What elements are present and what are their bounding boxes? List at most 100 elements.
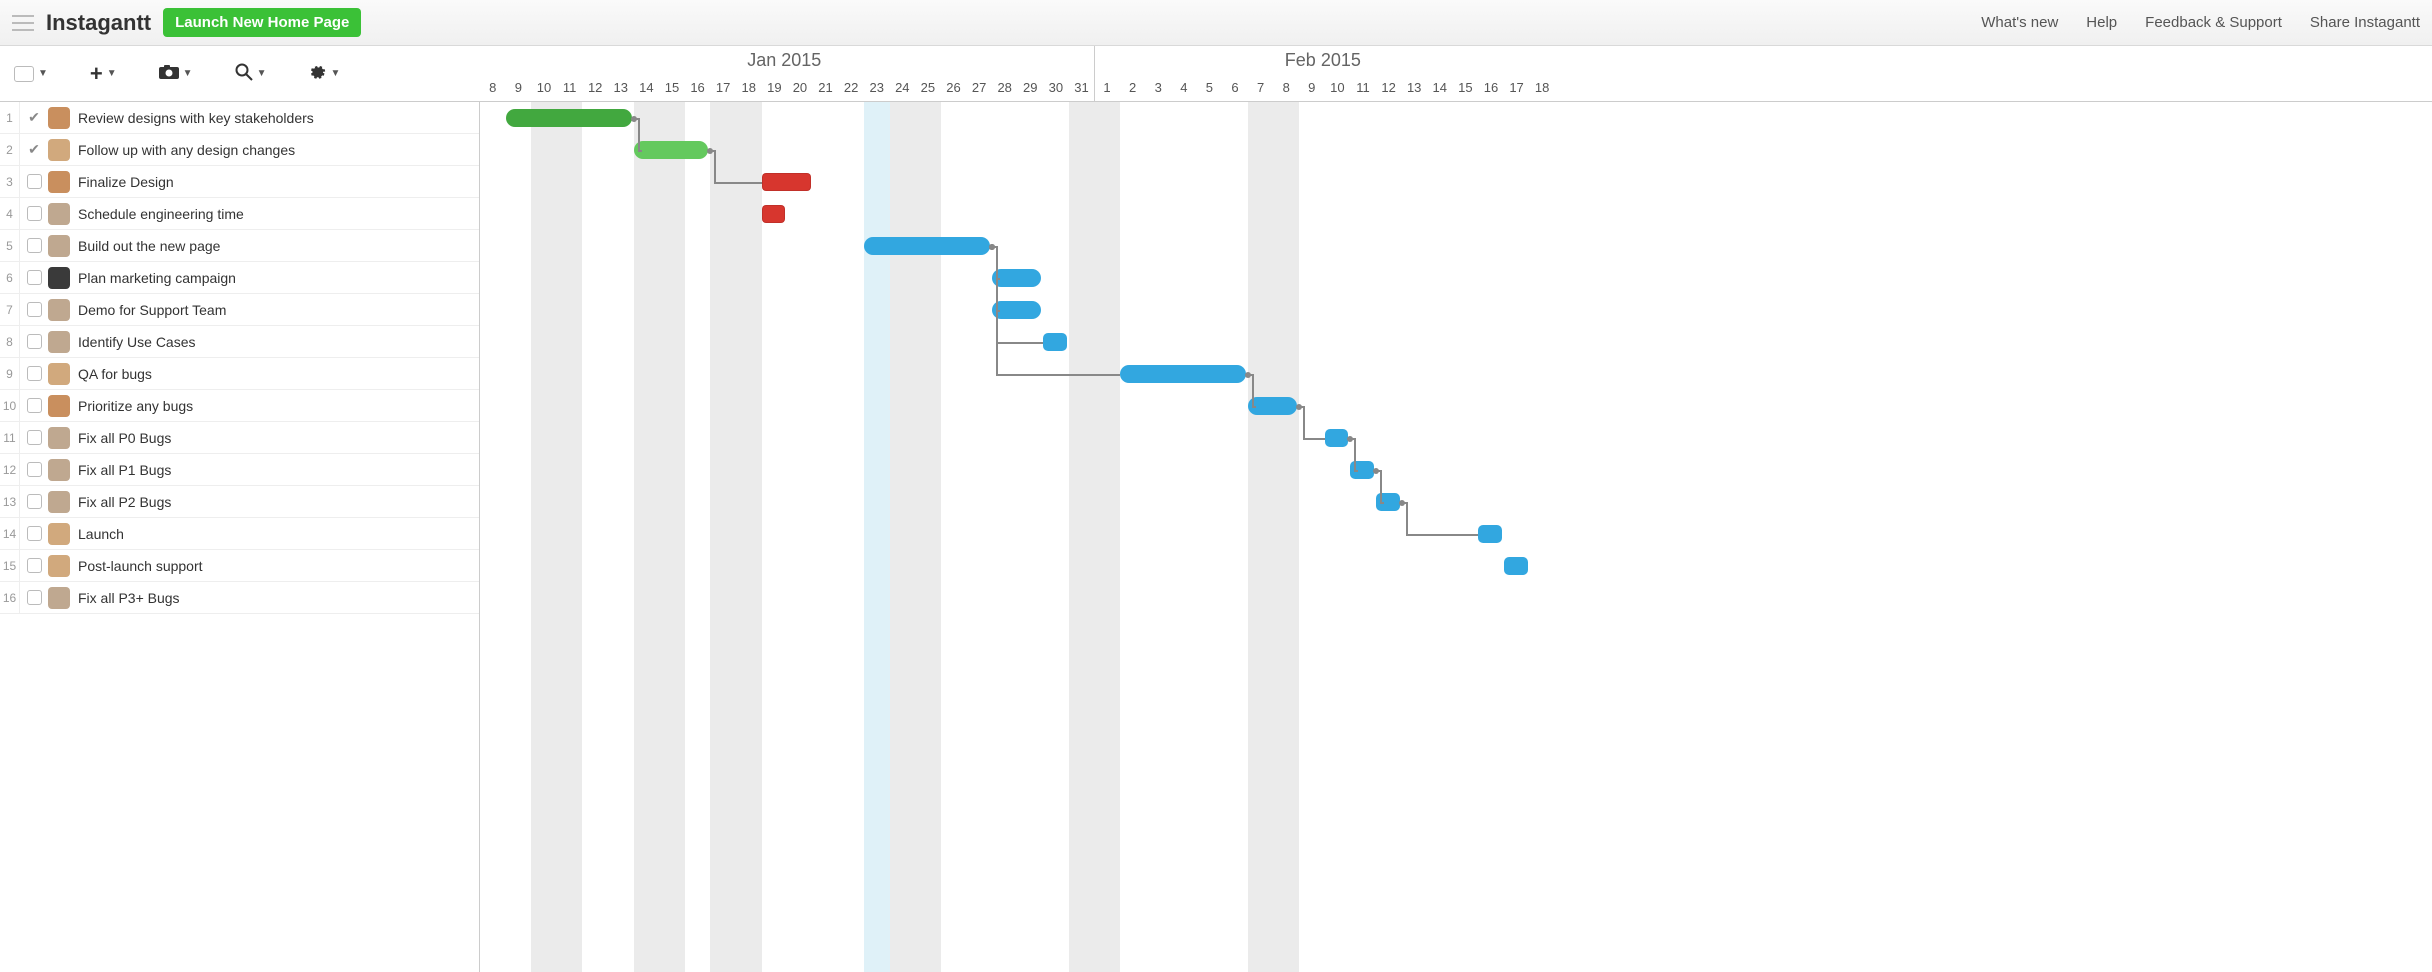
task-checkbox[interactable] [20,238,48,253]
row-number: 5 [0,230,20,261]
task-title: Follow up with any design changes [78,142,295,158]
day-cell: 6 [1222,74,1248,101]
plus-icon: + [90,61,103,87]
row-number: 7 [0,294,20,325]
avatar [48,107,70,129]
main: 1✔Review designs with key stakeholders2✔… [0,102,2432,972]
task-checkbox[interactable] [20,462,48,477]
menu-icon[interactable] [12,15,34,31]
task-title: Fix all P3+ Bugs [78,590,180,606]
task-checkbox[interactable]: ✔ [20,141,48,158]
launch-button[interactable]: Launch New Home Page [163,8,361,37]
task-checkbox[interactable] [20,526,48,541]
gantt-bar[interactable] [1120,365,1246,383]
task-title: Plan marketing campaign [78,270,236,286]
task-row[interactable]: 7Demo for Support Team [0,294,479,326]
task-row[interactable]: 8Identify Use Cases [0,326,479,358]
task-title: Fix all P0 Bugs [78,430,171,446]
task-checkbox[interactable] [20,174,48,189]
day-cell: 19 [762,74,788,101]
settings-dropdown[interactable]: ▼ [308,63,340,84]
task-row[interactable]: 3 Finalize Design [0,166,479,198]
row-number: 15 [0,550,20,581]
top-nav: What's new Help Feedback & Support Share… [1981,14,2420,31]
day-cell: 22 [838,74,864,101]
task-checkbox[interactable] [20,334,48,349]
day-cell: 13 [608,74,634,101]
day-cell: 21 [813,74,839,101]
task-row[interactable]: 15Post-launch support [0,550,479,582]
nav-help[interactable]: Help [2086,14,2117,31]
checkbox-icon [27,462,42,477]
gantt-chart[interactable] [480,102,2432,972]
row-number: 12 [0,454,20,485]
gear-icon [308,63,326,84]
day-cell: 25 [915,74,941,101]
task-row[interactable]: 4Schedule engineering time [0,198,479,230]
task-title: Finalize Design [78,174,174,190]
camera-dropdown[interactable]: ▼ [159,65,193,82]
row-number: 9 [0,358,20,389]
task-checkbox[interactable] [20,398,48,413]
task-checkbox[interactable] [20,558,48,573]
checkbox-icon [27,526,42,541]
add-dropdown[interactable]: +▼ [90,61,117,87]
row-number: 16 [0,582,20,613]
month-label: Feb 2015 [1285,50,1361,71]
avatar [48,235,70,257]
task-row[interactable]: 12Fix all P1 Bugs [0,454,479,486]
task-checkbox[interactable] [20,366,48,381]
day-cell: 11 [1350,74,1376,101]
avatar [48,523,70,545]
day-cell: 16 [685,74,711,101]
task-row[interactable]: 14Launch [0,518,479,550]
task-row[interactable]: 1✔Review designs with key stakeholders [0,102,479,134]
task-row[interactable]: 6Plan marketing campaign [0,262,479,294]
task-checkbox[interactable] [20,206,48,221]
gantt-bar[interactable] [506,109,632,127]
day-cell: 9 [506,74,532,101]
row-number: 13 [0,486,20,517]
gantt-bar[interactable] [762,173,811,191]
task-row[interactable]: 2✔Follow up with any design changes [0,134,479,166]
day-cell: 8 [1273,74,1299,101]
task-checkbox[interactable] [20,302,48,317]
day-cell: 10 [531,74,557,101]
day-cell: 10 [1325,74,1351,101]
avatar [48,363,70,385]
nav-whats-new[interactable]: What's new [1981,14,2058,31]
gantt-bar[interactable] [1325,429,1349,447]
task-checkbox[interactable]: ✔ [20,109,48,126]
logo: Instagantt [46,10,151,36]
select-all-dropdown[interactable]: ▼ [14,66,48,82]
day-cell: 15 [1453,74,1479,101]
task-checkbox[interactable] [20,270,48,285]
task-row[interactable]: 9QA for bugs [0,358,479,390]
toolbar: ▼ +▼ ▼ ▼ ▼ Jan 2015Feb 2015 891011121314… [0,46,2432,102]
avatar [48,299,70,321]
gantt-bar[interactable] [762,205,786,223]
task-checkbox[interactable] [20,494,48,509]
task-row[interactable]: 13Fix all P2 Bugs [0,486,479,518]
zoom-dropdown[interactable]: ▼ [235,63,267,84]
row-number: 3 [0,166,20,197]
gantt-bar[interactable] [1504,557,1528,575]
avatar [48,267,70,289]
nav-share[interactable]: Share Instagantt [2310,14,2420,31]
gantt-bar[interactable] [634,141,709,159]
task-title: Identify Use Cases [78,334,196,350]
gantt-bar[interactable] [1043,333,1067,351]
task-row[interactable]: 11Fix all P0 Bugs [0,422,479,454]
checkbox-icon [27,270,42,285]
task-list: 1✔Review designs with key stakeholders2✔… [0,102,480,972]
task-checkbox[interactable] [20,430,48,445]
nav-feedback[interactable]: Feedback & Support [2145,14,2282,31]
gantt-bar[interactable] [1478,525,1502,543]
task-row[interactable]: 16 Fix all P3+ Bugs [0,582,479,614]
task-row[interactable]: 10Prioritize any bugs [0,390,479,422]
day-cell: 3 [1145,74,1171,101]
gantt-bar[interactable] [864,237,990,255]
task-checkbox[interactable] [20,590,48,605]
task-row[interactable]: 5Build out the new page [0,230,479,262]
checkbox-icon [27,430,42,445]
